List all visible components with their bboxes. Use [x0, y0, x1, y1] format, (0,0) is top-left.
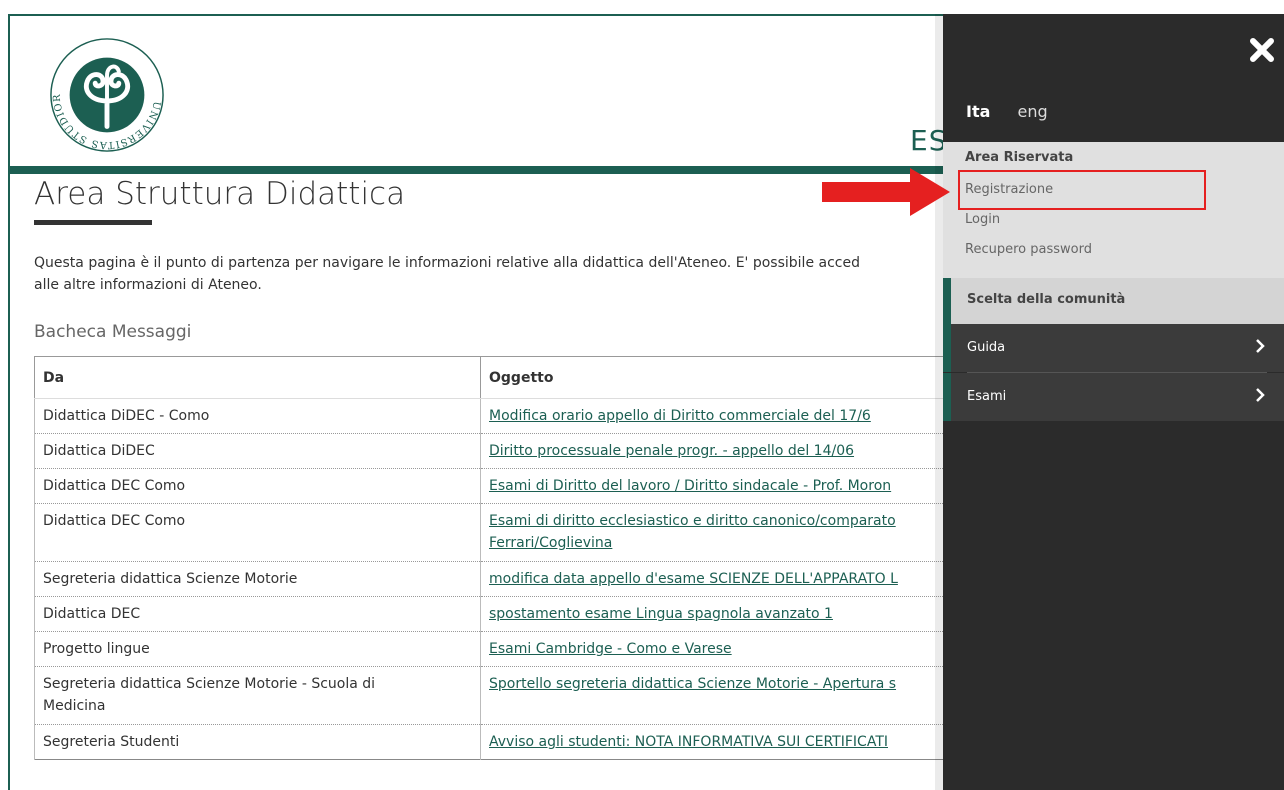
lang-eng-link[interactable]: eng [1018, 102, 1048, 121]
table-header-row: Da Oggetto [34, 356, 1034, 399]
cell-da: Didattica DiDEC [34, 433, 481, 469]
message-link[interactable]: modifica data appello d'esame SCIENZE DE… [489, 571, 898, 587]
message-link[interactable]: Esami Cambridge - Como e Varese [489, 641, 732, 657]
table-row: Didattica DEC Como Esami di Diritto del … [34, 468, 1034, 504]
table-row: Progetto lingue Esami Cambridge - Como e… [34, 631, 1034, 667]
message-link-line[interactable]: Ferrari/Coglievina [489, 535, 612, 551]
page-title: Area Struttura Didattica [34, 176, 406, 212]
cell-da-line: Segreteria didattica Scienze Motorie - S… [43, 676, 376, 692]
red-arrow-icon [822, 168, 950, 216]
table-row: Didattica DEC Como Esami di diritto eccl… [34, 503, 1034, 562]
registration-highlight-box [958, 170, 1206, 210]
message-link[interactable]: Avviso agli studenti: NOTA INFORMATIVA S… [489, 734, 888, 750]
message-link[interactable]: Esami di diritto ecclesiastico e diritto… [489, 513, 896, 551]
board-title: Bacheca Messaggi [34, 322, 192, 342]
message-link-line[interactable]: Esami di diritto ecclesiastico e diritto… [489, 513, 896, 529]
community-selector[interactable]: Scelta della comunità [943, 278, 1284, 324]
message-link[interactable]: spostamento esame Lingua spagnola avanza… [489, 606, 833, 622]
reserved-area-title: Area Riservata [965, 150, 1074, 165]
sidebar-item-guida[interactable]: Guida [943, 324, 1284, 372]
chevron-right-icon [1256, 388, 1265, 402]
login-link[interactable]: Login [965, 212, 1000, 227]
sidenav-shadow [935, 14, 943, 790]
community-label: Scelta della comunità [967, 292, 1126, 307]
cell-da: Didattica DEC Como [34, 468, 481, 504]
intro-line: Questa pagina è il punto di partenza per… [34, 255, 860, 271]
intro-text: Questa pagina è il punto di partenza per… [34, 252, 934, 296]
password-recovery-link[interactable]: Recupero password [965, 242, 1092, 257]
sidebar-item-label: Esami [967, 389, 1007, 404]
table-row: Didattica DEC spostamento esame Lingua s… [34, 596, 1034, 632]
cell-da: Didattica DiDEC - Como [34, 398, 481, 434]
message-link[interactable]: Esami di Diritto del lavoro / Diritto si… [489, 478, 891, 494]
cell-da: Didattica DEC [34, 596, 481, 632]
cell-da-line: Medicina [43, 698, 106, 714]
close-icon[interactable] [1248, 36, 1276, 64]
cell-da: Segreteria didattica Scienze Motorie [34, 561, 481, 597]
table-row: Segreteria didattica Scienze Motorie mod… [34, 561, 1034, 597]
sidebar-item-label: Guida [967, 340, 1006, 355]
side-menu: Ita eng Area Riservata Registrazione Log… [943, 14, 1284, 790]
table-row: Segreteria Studenti Avviso agli studenti… [34, 724, 1034, 760]
message-link[interactable]: Modifica orario appello di Diritto comme… [489, 408, 871, 424]
community-accent-bar [943, 278, 951, 324]
intro-line: alle altre informazioni di Ateneo. [34, 277, 262, 293]
cell-da: Didattica DEC Como [34, 503, 481, 562]
chevron-right-icon [1256, 339, 1265, 353]
cell-da: Segreteria didattica Scienze Motorie - S… [34, 666, 481, 725]
message-link[interactable]: Diritto processuale penale progr. - appe… [489, 443, 854, 459]
lang-ita-link[interactable]: Ita [966, 102, 990, 121]
column-header-da: Da [34, 356, 481, 399]
messages-table: Da Oggetto Didattica DiDEC - Como Modifi… [34, 356, 1034, 760]
university-logo[interactable]: UNIVERSITAS STUDIORUM INSUBRIAE [48, 36, 166, 154]
nav-accent-bar [943, 373, 951, 421]
sidebar-item-esami[interactable]: Esami [943, 373, 1284, 421]
message-link[interactable]: Sportello segreteria didattica Scienze M… [489, 676, 896, 692]
cell-da: Progetto lingue [34, 631, 481, 667]
language-switcher: Ita eng [966, 102, 1048, 121]
table-row: Didattica DiDEC - Como Modifica orario a… [34, 398, 1034, 434]
title-underline [34, 220, 152, 225]
table-row: Segreteria didattica Scienze Motorie - S… [34, 666, 1034, 725]
cell-da: Segreteria Studenti [34, 724, 481, 760]
reserved-area: Area Riservata Registrazione Login Recup… [943, 142, 1284, 278]
nav-accent-bar [943, 324, 951, 372]
table-row: Didattica DiDEC Diritto processuale pena… [34, 433, 1034, 469]
